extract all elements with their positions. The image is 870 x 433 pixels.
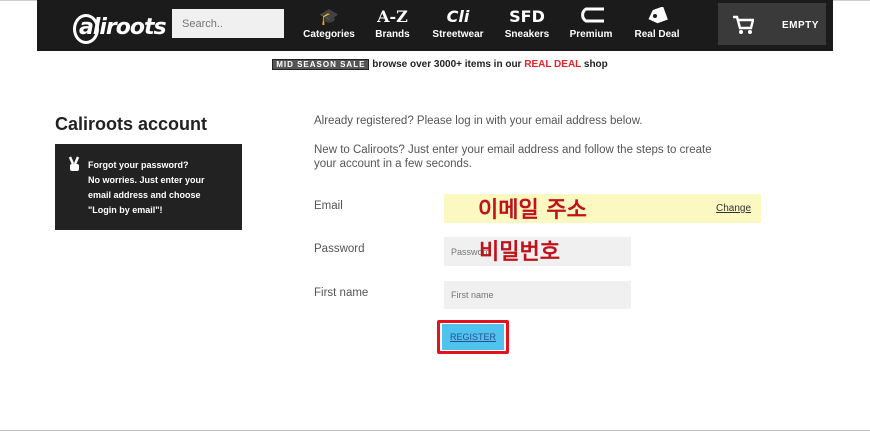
- nav-label: Brands: [375, 29, 410, 40]
- nav-streetwear[interactable]: Cli Streetwear: [428, 7, 488, 47]
- registered-text: Already registered? Please log in with y…: [314, 115, 643, 127]
- shopping-cart-icon: [733, 15, 754, 34]
- sfd-icon: SFD: [509, 7, 545, 26]
- promo-highlight: REAL DEAL: [524, 59, 582, 70]
- register-button[interactable]: REGISTER: [442, 324, 504, 350]
- bottom-border: [0, 430, 870, 431]
- promo-tag: MID SEASON SALE: [272, 59, 370, 70]
- nav-brands[interactable]: A-Z Brands: [370, 7, 415, 47]
- cart-button[interactable]: EMPTY: [718, 3, 826, 45]
- new-account-text-1: New to Caliroots? Just enter your email …: [314, 144, 712, 156]
- nav-label: Real Deal: [634, 29, 680, 40]
- logo-text: aliroots: [79, 15, 167, 40]
- info-line: Forgot your password?: [88, 160, 189, 170]
- promo-text: browse over 3000+ items in our: [372, 59, 522, 70]
- promo-suffix: shop: [583, 59, 608, 70]
- nav-label: Sneakers: [504, 29, 550, 40]
- price-tag-icon: [629, 6, 685, 27]
- nav-label: Categories: [303, 29, 355, 40]
- nav-real-deal[interactable]: Real Deal: [629, 6, 685, 47]
- nav-label: Streetwear: [432, 29, 484, 40]
- new-account-text-2: your account in a few seconds.: [314, 158, 472, 170]
- promo-banner[interactable]: MID SEASON SALE browse over 3000+ items …: [0, 59, 870, 70]
- nav-categories[interactable]: 🎓 Categories: [299, 7, 359, 47]
- change-email-link[interactable]: Change: [716, 203, 751, 214]
- forgot-password-info: Forgot your password? No worries. Just e…: [55, 144, 242, 230]
- peace-hand-icon: [68, 156, 80, 171]
- site-header: aliroots 🎓 Categories A-Z Brands Cli Str…: [37, 0, 833, 51]
- info-line: "Login by email"!: [88, 205, 163, 215]
- premium-icon: [565, 7, 617, 27]
- cart-status: EMPTY: [782, 20, 819, 31]
- a-z-icon: A-Z: [377, 7, 408, 26]
- first-name-label: First name: [314, 287, 369, 299]
- info-line: No worries. Just enter your: [88, 175, 205, 185]
- nav-premium[interactable]: Premium: [565, 7, 617, 47]
- email-annotation: 이메일 주소: [478, 198, 587, 223]
- info-text: Forgot your password? No worries. Just e…: [88, 158, 236, 218]
- cali-logo-icon: Cli: [446, 7, 470, 26]
- info-line: email address and choose: [88, 190, 201, 200]
- password-label: Password: [314, 243, 365, 255]
- password-annotation: 비밀번호: [479, 240, 560, 265]
- graduation-cap-icon: 🎓: [319, 7, 339, 26]
- first-name-input[interactable]: [444, 281, 631, 309]
- nav-sneakers[interactable]: SFD Sneakers: [501, 7, 553, 47]
- search-input[interactable]: [172, 9, 284, 38]
- nav-label: Premium: [569, 29, 613, 40]
- caliroots-logo[interactable]: aliroots: [55, 8, 167, 44]
- account-title: Caliroots account: [55, 114, 208, 134]
- email-label: Email: [314, 200, 343, 212]
